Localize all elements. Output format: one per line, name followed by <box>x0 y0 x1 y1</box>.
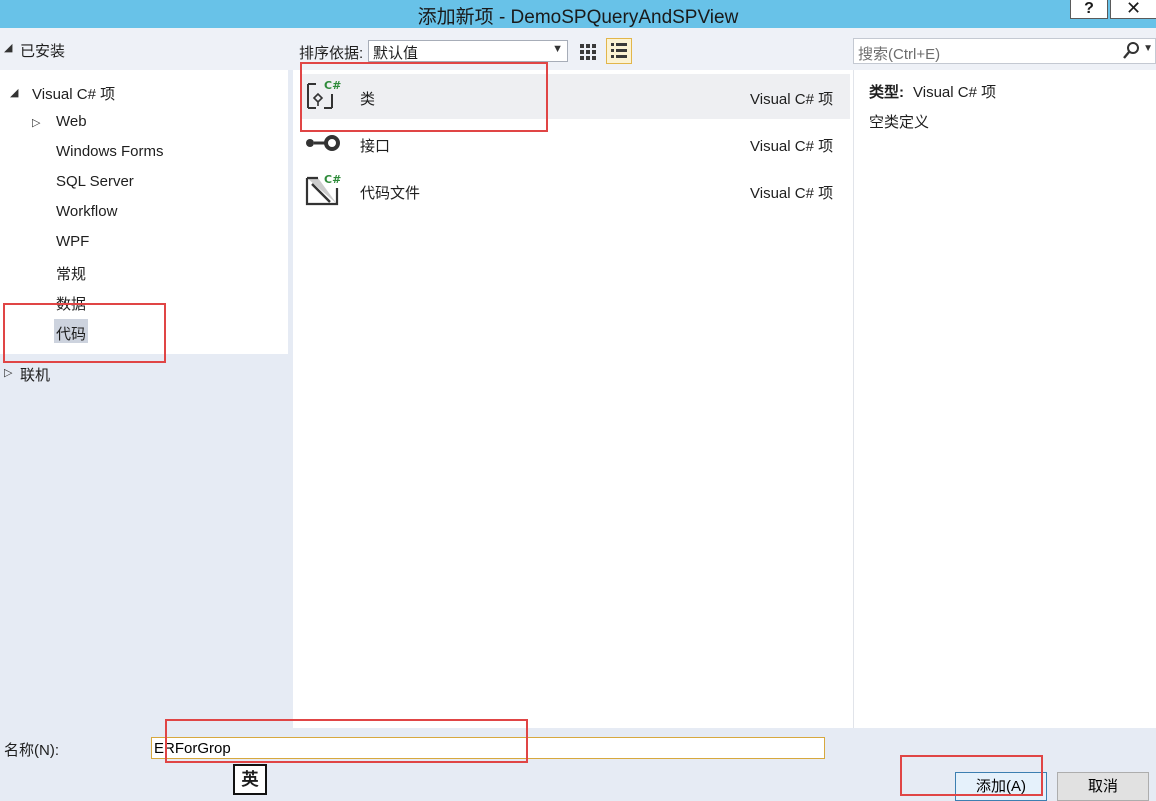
search-options-chevron-icon[interactable]: ▼ <box>1143 43 1153 54</box>
grid-view-button[interactable] <box>576 40 600 64</box>
search-input[interactable]: 搜索(Ctrl+E) ▼ <box>853 38 1156 64</box>
ime-mode-indicator[interactable]: 英 <box>233 764 267 795</box>
list-item-class-type[interactable]: Visual C# 项 <box>750 88 833 109</box>
list-view-icon <box>611 43 627 58</box>
installed-label[interactable]: 已安装 <box>20 40 65 61</box>
tree-item-wpf[interactable]: WPF <box>56 233 89 250</box>
detail-panel <box>853 70 1156 728</box>
name-label: 名称(N): <box>4 742 59 759</box>
search-placeholder: 搜索(Ctrl+E) <box>858 46 941 63</box>
annotation-box-class <box>300 62 548 132</box>
annotation-box-code <box>3 303 166 363</box>
installed-expand-icon[interactable]: ◢ <box>4 41 12 54</box>
online-expand-icon[interactable]: ▷ <box>4 366 12 379</box>
list-item-code-file-type[interactable]: Visual C# 项 <box>750 182 833 203</box>
template-list <box>293 70 853 728</box>
grid-view-icon <box>580 44 596 60</box>
sort-value: 默认值 <box>373 45 419 62</box>
search-icon[interactable] <box>1121 41 1141 61</box>
close-button[interactable]: ✕ <box>1110 0 1156 19</box>
tree-item-windows-forms[interactable]: Windows Forms <box>56 143 164 160</box>
help-button[interactable]: ? <box>1070 0 1108 19</box>
sort-label: 排序依据: <box>299 45 364 62</box>
list-item-interface-name[interactable]: 接口 <box>360 135 390 156</box>
tree-item-general[interactable]: 常规 <box>56 263 86 284</box>
chevron-down-icon: ▼ <box>552 43 563 55</box>
annotation-box-name <box>165 719 528 763</box>
tree-item-sql-server[interactable]: SQL Server <box>56 173 134 190</box>
cancel-button[interactable]: 取消 <box>1057 772 1149 801</box>
annotation-box-add <box>900 755 1043 796</box>
svg-text:C#: C# <box>324 173 341 186</box>
tree-item-workflow[interactable]: Workflow <box>56 203 117 220</box>
list-item-interface-type[interactable]: Visual C# 项 <box>750 135 833 156</box>
detail-type-value: Visual C# 项 <box>913 84 997 101</box>
code-file-icon: C# <box>305 173 341 206</box>
detail-type-label: 类型: <box>869 84 904 101</box>
tree-item-web[interactable]: Web <box>56 113 87 130</box>
tree-item-visual-csharp[interactable]: Visual C# 项 <box>32 83 115 104</box>
detail-description: 空类定义 <box>869 114 930 131</box>
window-title: 添加新项 - DemoSPQueryAndSPView <box>417 7 739 28</box>
tree-expand-icon[interactable]: ◢ <box>10 86 18 99</box>
online-label[interactable]: 联机 <box>20 364 50 385</box>
tree-collapse-icon[interactable]: ▷ <box>32 116 40 129</box>
title-bar: 添加新项 - DemoSPQueryAndSPView ? ✕ <box>0 0 1156 28</box>
list-item-code-file-name[interactable]: 代码文件 <box>360 182 420 203</box>
sort-dropdown[interactable]: 默认值 ▼ <box>368 40 568 62</box>
list-view-button[interactable] <box>606 38 632 64</box>
